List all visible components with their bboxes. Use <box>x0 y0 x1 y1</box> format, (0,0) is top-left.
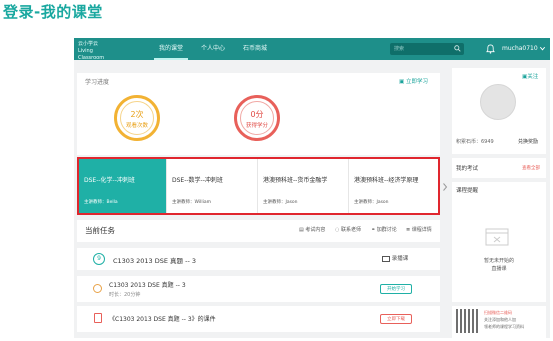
tab-label: 联系老师 <box>340 227 361 233</box>
redeem-link[interactable]: 兑换奖励 <box>518 138 538 145</box>
start-learning-button[interactable]: 开始学习 <box>380 284 412 294</box>
document-icon: ▤ <box>299 227 304 233</box>
search-placeholder: 搜索 <box>394 46 405 52</box>
tab-label: 加群讨论 <box>376 227 397 233</box>
tab-label: 考试内容 <box>305 227 326 233</box>
lesson-number-badge: 9 <box>93 253 105 265</box>
views-value: 2次 <box>130 110 144 119</box>
search-icon[interactable] <box>454 45 461 52</box>
course-teacher: 主讲教师：Bella <box>84 200 118 205</box>
nav-personal-center[interactable]: 个人中心 <box>196 38 230 60</box>
follow-label: 关注 <box>527 74 539 80</box>
tab-contact-teacher[interactable]: ◌ 联系老师 <box>335 226 361 233</box>
app-logo[interactable]: 云小学云 Living Classroom <box>78 41 114 61</box>
chevron-down-icon[interactable] <box>539 45 546 52</box>
tab-exam-content[interactable]: ▤ 考试内容 <box>299 226 325 233</box>
chat-icon: ◌ <box>335 227 340 233</box>
search-input[interactable]: 搜索 <box>390 43 464 55</box>
course-title: 港澳预科班--货币金融学 <box>263 177 328 184</box>
course-card[interactable]: DSE--数学--冲刺班 主讲教师：William <box>167 159 258 213</box>
video-icon <box>382 255 390 262</box>
empty-text-line-2: 直播课 <box>491 266 507 272</box>
study-now-link[interactable]: ▣ 立即学习 <box>399 77 428 85</box>
current-tasks-header: 当前任务 ▤ 考试内容 ◌ 联系老师 ⚭ 加群讨论 ≣ 课程详情 <box>77 220 440 242</box>
credits-ring: 0分 获得学分 <box>234 95 280 141</box>
chevron-right-icon[interactable] <box>441 182 449 192</box>
qr-code-image <box>456 309 480 333</box>
follow-link[interactable]: ▣关注 <box>522 72 538 80</box>
task-duration: 时长：20分钟 <box>109 292 141 298</box>
profile-card: ▣关注 积累石币：6949 兑换奖励 <box>452 68 546 154</box>
file-icon <box>94 313 102 323</box>
task-title: C1303 2013 DSE 真题 -- 3 <box>109 282 186 289</box>
study-now-label: 立即学习 <box>405 79 428 85</box>
group-icon: ⚭ <box>371 227 376 233</box>
exam-view-all-link[interactable]: 查看全部 <box>522 165 540 171</box>
app-window: 云小学云 Living Classroom 我的课堂 个人中心 石币商城 搜索 … <box>74 38 550 338</box>
page-heading: 登录-我的课堂 <box>3 3 103 21</box>
course-teacher: 主讲教师：William <box>172 200 211 205</box>
points-label: 积累石币：6949 <box>456 139 494 145</box>
notification-bell-icon[interactable] <box>486 44 495 54</box>
tab-label: 课程详情 <box>411 227 432 233</box>
task-title: 《C1303 2013 DSE 真题 -- 3》的课件 <box>109 316 216 323</box>
promo-line-1: 扫描微信二维码 <box>484 310 512 315</box>
task-item: 《C1303 2013 DSE 真题 -- 3》的课件 立即下载 <box>77 306 440 332</box>
empty-text-line-1: 暂无未开始的 <box>483 258 514 264</box>
logo-line-1: 云小学云 <box>78 41 99 47</box>
course-teacher: 主讲教师：Jason <box>263 200 298 205</box>
lesson-header-row: 9 C1303 2013 DSE 真题 -- 3 录播课 <box>77 248 440 270</box>
views-caption: 观看次数 <box>125 123 148 129</box>
progress-title: 学习进度 <box>85 79 110 86</box>
course-title: DSE--化学--冲刺班 <box>84 177 135 184</box>
lesson-title: C1303 2013 DSE 真题 -- 3 <box>113 257 197 265</box>
course-card[interactable]: 港澳预科班--货币金融学 主讲教师：Jason <box>258 159 349 213</box>
empty-calendar-icon <box>485 228 509 246</box>
avatar[interactable] <box>480 84 516 120</box>
nav-coin-mall[interactable]: 石币商城 <box>238 38 272 60</box>
edit-icon: ▣ <box>399 79 405 85</box>
promo-line-3: 领老师的课程学习资料 <box>484 324 524 329</box>
course-card[interactable]: DSE--化学--冲刺班 主讲教师：Bella <box>79 159 167 213</box>
exam-title: 我的考试 <box>456 166 479 172</box>
clock-icon <box>93 284 102 293</box>
progress-card: 学习进度 ▣ 立即学习 2次 观看次数 0分 获得学分 <box>77 73 440 155</box>
current-tasks-title: 当前任务 <box>85 226 115 235</box>
course-title: DSE--数学--冲刺班 <box>172 177 223 184</box>
download-button[interactable]: 立即下载 <box>380 314 412 324</box>
tab-course-details[interactable]: ≣ 课程详情 <box>406 226 432 233</box>
course-reminder-card: 课程提醒 暂无未开始的 直播课 <box>452 182 546 302</box>
exam-card: 我的考试 查看全部 <box>452 158 546 178</box>
username[interactable]: mucha0710 <box>502 38 538 60</box>
top-navigation-bar: 云小学云 Living Classroom 我的课堂 个人中心 石币商城 搜索 … <box>74 38 550 61</box>
views-ring: 2次 观看次数 <box>114 95 160 141</box>
logo-line-2: Living Classroom <box>78 48 105 61</box>
qr-promo-card: 扫描微信二维码 关注添加和他人加 领老师的课程学习资料 <box>452 306 546 338</box>
nav-my-classroom[interactable]: 我的课堂 <box>154 38 188 60</box>
promo-line-2: 关注添加和他人加 <box>484 317 516 322</box>
course-selector: DSE--化学--冲刺班 主讲教师：Bella DSE--数学--冲刺班 主讲教… <box>77 157 440 215</box>
lesson-status-label: 录播课 <box>391 256 409 262</box>
course-title: 港澳预科班--经济学原理 <box>354 177 419 184</box>
task-item: C1303 2013 DSE 真题 -- 3 时长：20分钟 开始学习 <box>77 276 440 302</box>
reminder-title: 课程提醒 <box>456 188 479 194</box>
list-icon: ≣ <box>406 227 411 233</box>
lesson-status: 录播课 <box>382 254 408 262</box>
course-card[interactable]: 港澳预科班--经济学原理 主讲教师：Jason <box>349 159 438 213</box>
credits-caption: 获得学分 <box>245 123 268 129</box>
course-teacher: 主讲教师：Jason <box>354 200 389 205</box>
tab-join-group[interactable]: ⚭ 加群讨论 <box>371 226 397 233</box>
credits-value: 0分 <box>250 110 264 119</box>
